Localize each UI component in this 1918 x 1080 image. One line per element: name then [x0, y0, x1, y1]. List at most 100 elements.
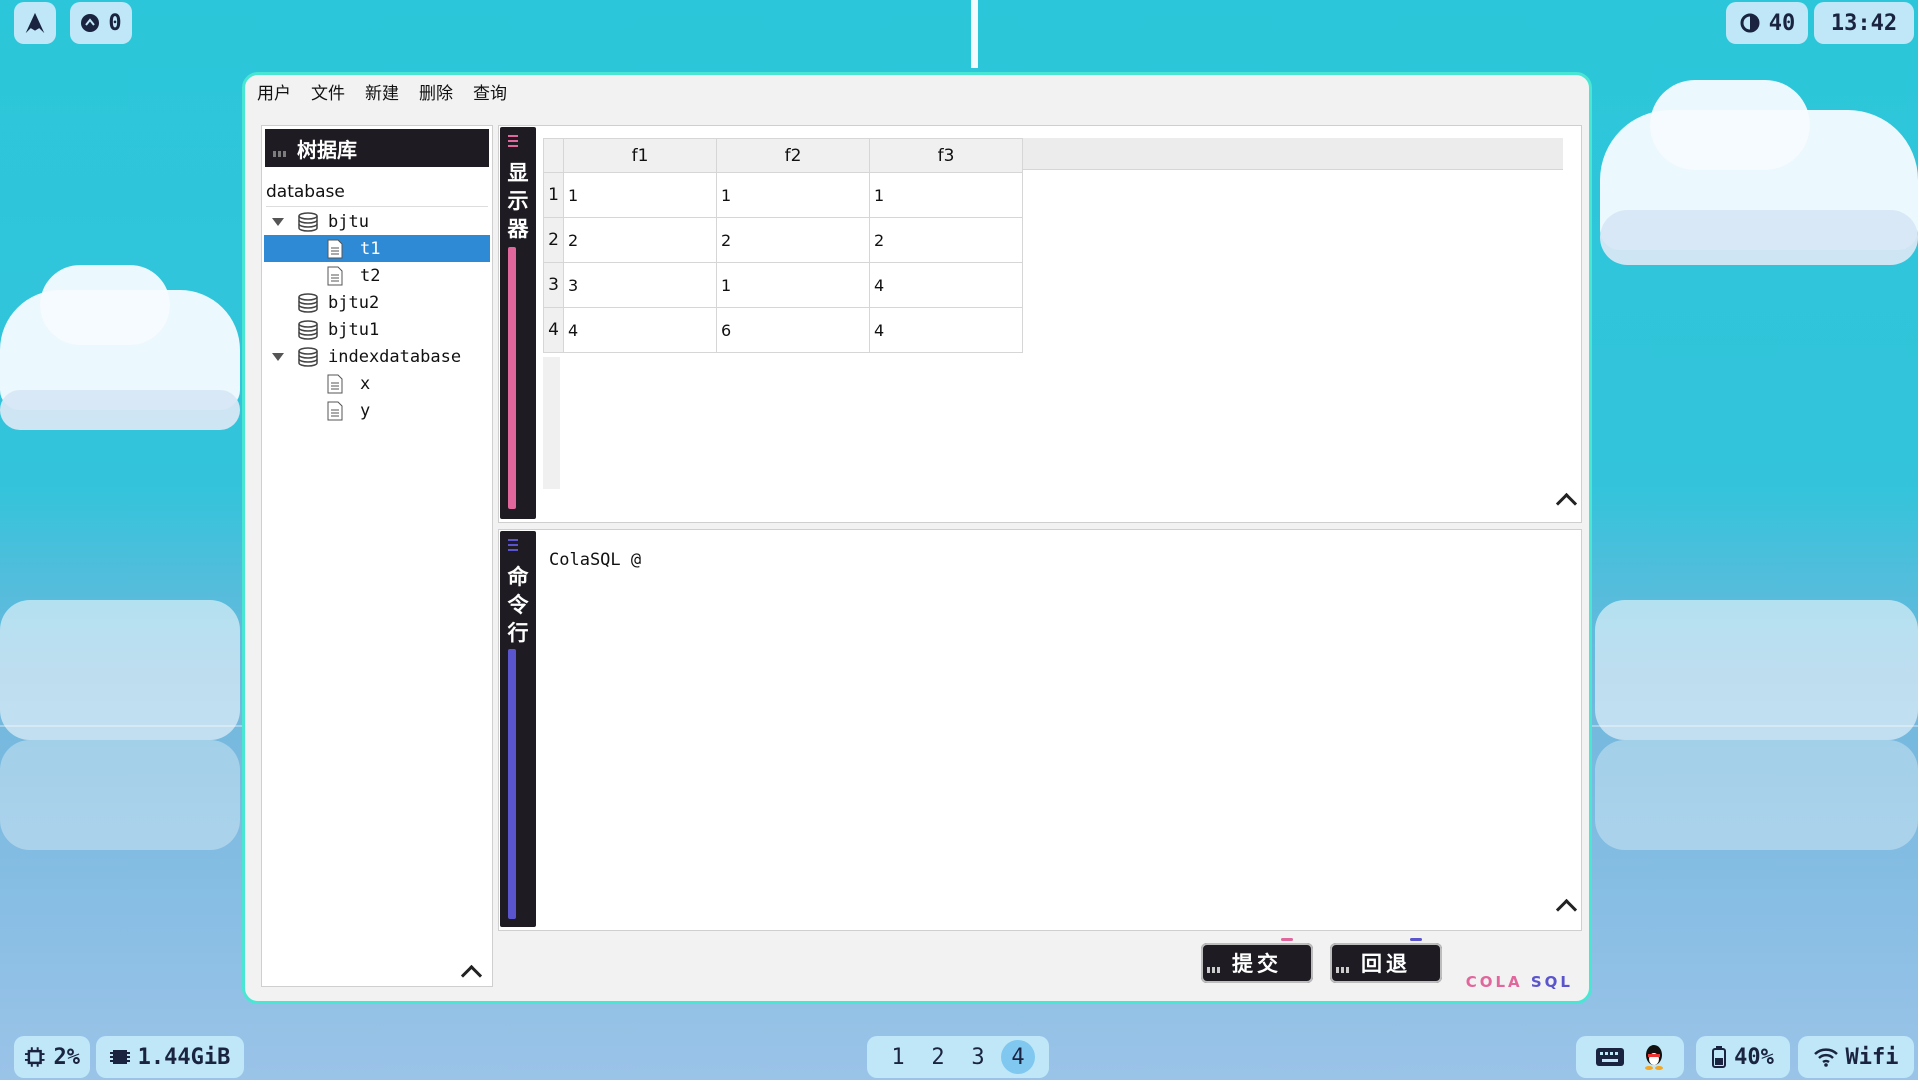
workspace-4[interactable]: 4	[1001, 1040, 1035, 1074]
grip-icon	[508, 135, 518, 147]
tree-item-label: bjtu1	[328, 319, 380, 340]
table-cell[interactable]: 1	[716, 262, 870, 308]
collapse-chevron-icon[interactable]	[460, 964, 483, 987]
menu-new[interactable]: 新建	[365, 79, 399, 104]
cpu-value: 2%	[53, 1044, 81, 1070]
network-widget[interactable]: Wifi	[1798, 1036, 1914, 1078]
battery-widget[interactable]: 40%	[1696, 1036, 1790, 1078]
table-cell[interactable]: 4	[869, 262, 1023, 308]
display-tab[interactable]: 显示器	[500, 127, 536, 519]
table-cell[interactable]: 2	[869, 217, 1023, 263]
table-cell[interactable]: 2	[563, 217, 717, 263]
table-row: 2 2 2 2	[543, 217, 1023, 263]
network-label: Wifi	[1845, 1044, 1899, 1070]
workspace-2[interactable]: 2	[921, 1040, 955, 1074]
brightness-widget[interactable]: 40	[1726, 2, 1808, 44]
workspace-1[interactable]: 1	[881, 1040, 915, 1074]
memory-value: 1.44GiB	[137, 1044, 231, 1070]
command-tab-label: 命令行	[507, 565, 529, 645]
command-tab[interactable]: 命令行	[500, 531, 536, 927]
cpu-widget[interactable]: 2%	[14, 1036, 90, 1078]
tree-panel-title: 树据库	[265, 129, 489, 167]
tree-title-text: 树据库	[297, 137, 357, 162]
collapse-chevron-icon[interactable]	[1555, 492, 1578, 515]
tree-item-label: t1	[360, 238, 381, 259]
table-cell[interactable]: 1	[869, 172, 1023, 218]
grip-icon	[508, 539, 518, 551]
collapse-chevron-icon[interactable]	[1555, 898, 1578, 921]
tree-item-t1[interactable]: t1	[264, 235, 490, 262]
notifications-count: 0	[108, 10, 122, 36]
brightness-icon	[1740, 13, 1760, 33]
display-accent-bar	[508, 247, 516, 509]
wifi-icon	[1813, 1048, 1838, 1067]
tree-item-label: y	[360, 400, 371, 421]
table-file-icon	[327, 239, 343, 259]
row-number-filler	[543, 357, 560, 489]
table-cell[interactable]: 1	[716, 172, 870, 218]
menu-query[interactable]: 查询	[473, 79, 507, 104]
keyboard-icon[interactable]	[1595, 1047, 1625, 1067]
database-icon	[298, 212, 318, 232]
table-cell[interactable]: 6	[716, 307, 870, 353]
table-cell[interactable]: 4	[563, 307, 717, 353]
database-icon	[298, 320, 318, 340]
grip-icon	[273, 151, 286, 157]
table-file-icon	[327, 266, 343, 286]
tree-item-x[interactable]: x	[262, 370, 492, 397]
tree-item-label: x	[360, 373, 371, 394]
launcher-button[interactable]	[14, 2, 56, 44]
table-cell[interactable]: 1	[563, 172, 717, 218]
tree-item-bjtu[interactable]: bjtu	[262, 208, 492, 235]
grip-icon	[1207, 967, 1220, 973]
tree-item-label: indexdatabase	[328, 346, 462, 367]
tree-item-label: t2	[360, 265, 381, 286]
column-header-f2[interactable]: f2	[716, 138, 870, 173]
tree-item-bjtu2[interactable]: bjtu2	[262, 289, 492, 316]
row-number: 3	[543, 262, 564, 308]
expand-arrow-icon[interactable]	[272, 218, 284, 226]
notifications-widget[interactable]: 0	[70, 2, 132, 44]
tree-column-header: database	[266, 182, 488, 207]
tree-item-bjtu1[interactable]: bjtu1	[262, 316, 492, 343]
tree-item-t2[interactable]: t2	[262, 262, 492, 289]
table-header-filler	[1012, 138, 1563, 170]
table-cell[interactable]: 2	[716, 217, 870, 263]
cpu-icon	[24, 1047, 45, 1067]
table-row: 3 3 1 4	[543, 262, 1023, 308]
tray-widget	[1576, 1036, 1684, 1078]
rollback-label: 回退	[1361, 952, 1411, 976]
column-header-f3[interactable]: f3	[869, 138, 1023, 173]
brightness-value: 40	[1768, 10, 1796, 36]
workspace-switcher: 1 2 3 4	[867, 1036, 1049, 1078]
rollback-button[interactable]: 回退	[1330, 938, 1442, 983]
qq-penguin-icon[interactable]	[1643, 1044, 1665, 1070]
result-table: f1 f2 f3 1 1 1 1 2 2 2 2 3 3 1 4 4 4 6 4	[543, 138, 1023, 353]
battery-icon	[1712, 1046, 1727, 1068]
workspace-3[interactable]: 3	[961, 1040, 995, 1074]
menu-bar: 用户 文件 新建 删除 查询	[245, 75, 1589, 107]
database-icon	[298, 293, 318, 313]
row-number: 1	[543, 172, 564, 218]
submit-label: 提交	[1232, 952, 1282, 976]
database-tree-panel: 树据库 database bjtu t1 t2 bjtu2 bjtu1 inde…	[261, 125, 493, 987]
command-input[interactable]: ColaSQL @	[549, 550, 641, 570]
table-file-icon	[327, 401, 343, 421]
submit-button[interactable]: 提交	[1201, 938, 1313, 983]
row-number: 4	[543, 307, 564, 353]
tree-item-y[interactable]: y	[262, 397, 492, 424]
expand-arrow-icon[interactable]	[272, 353, 284, 361]
table-cell[interactable]: 4	[869, 307, 1023, 353]
menu-delete[interactable]: 删除	[419, 79, 453, 104]
command-accent-bar	[508, 649, 516, 919]
menu-file[interactable]: 文件	[311, 79, 345, 104]
table-cell[interactable]: 3	[563, 262, 717, 308]
column-header-f1[interactable]: f1	[563, 138, 717, 173]
memory-widget[interactable]: 1.44GiB	[96, 1036, 244, 1078]
clock: 13:42	[1814, 2, 1914, 44]
table-file-icon	[327, 374, 343, 394]
tree-item-indexdatabase[interactable]: indexdatabase	[262, 343, 492, 370]
colasql-window: 用户 文件 新建 删除 查询 树据库 database bjtu t1 t2 b…	[242, 72, 1592, 1004]
menu-user[interactable]: 用户	[257, 79, 291, 104]
display-panel: 显示器 f1 f2 f3 1 1 1 1 2 2 2 2 3 3 1 4 4 4…	[498, 125, 1582, 523]
